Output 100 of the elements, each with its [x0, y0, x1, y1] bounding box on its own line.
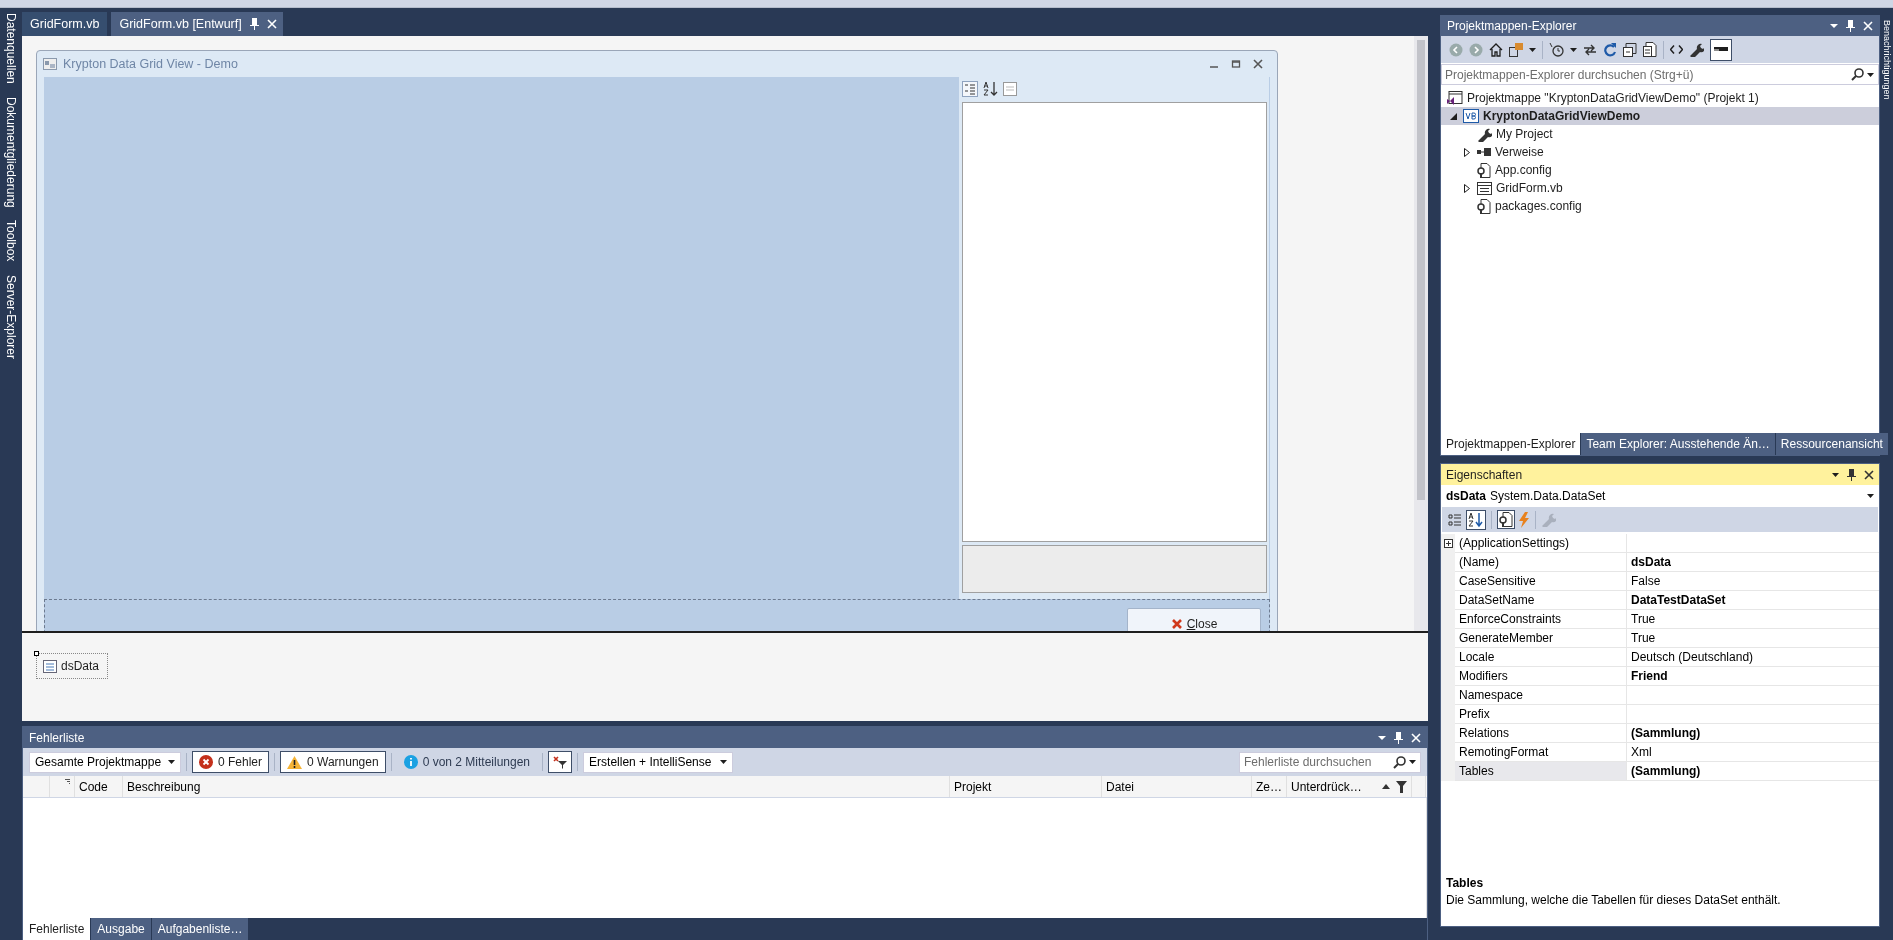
tree-item[interactable]: Verweise [1441, 143, 1879, 161]
property-value[interactable]: (Sammlung) [1627, 724, 1879, 743]
object-name: dsData [1446, 489, 1486, 503]
show-all-files-icon[interactable] [1643, 42, 1657, 57]
object-type: System.Data.DataSet [1490, 489, 1607, 503]
close-button[interactable]: Close [1127, 608, 1261, 631]
property-name[interactable]: Relations [1455, 724, 1627, 743]
filter-button[interactable]: 0 Fehler [192, 751, 270, 773]
property-value[interactable]: Xml [1627, 743, 1879, 762]
wrench-icon [1477, 126, 1492, 142]
categorized-icon[interactable] [1447, 511, 1463, 528]
close-icon[interactable] [1864, 469, 1874, 480]
config-file-icon [1477, 162, 1491, 178]
column-header[interactable]: Code [75, 776, 123, 797]
side-tab[interactable]: Datenquellen [4, 13, 18, 84]
filter-button[interactable]: 0 von 2 Mitteilungen [396, 751, 538, 773]
panel-tab[interactable]: Team Explorer: Ausstehende Än… [1581, 433, 1775, 455]
property-name[interactable]: DataSetName [1455, 591, 1627, 610]
panel-tab[interactable]: Projektmappen-Explorer [1441, 433, 1581, 455]
switch-views-icon[interactable] [1509, 42, 1523, 57]
pin-icon[interactable] [1394, 731, 1403, 744]
document-tab[interactable]: GridForm.vb [22, 12, 108, 36]
property-name[interactable]: Locale [1455, 648, 1627, 667]
column-header[interactable]: Datei [1102, 776, 1252, 797]
property-name[interactable]: Modifiers [1455, 667, 1627, 686]
filter-icon[interactable] [1396, 780, 1407, 793]
tree-item[interactable]: packages.config [1441, 197, 1879, 215]
caret-icon [1832, 472, 1839, 477]
pin-icon[interactable] [1847, 468, 1856, 481]
side-tab[interactable]: Toolbox [4, 220, 18, 262]
side-tab[interactable]: Benachrichtigungen [1881, 20, 1892, 100]
column-header-cell[interactable]: Unterdrück… [1287, 776, 1412, 797]
side-tab[interactable]: Server-Explorer [4, 274, 18, 359]
property-value[interactable]: False [1627, 572, 1879, 591]
sort-az-icon[interactable] [982, 81, 998, 97]
panel-tab[interactable]: Fehlerliste [23, 918, 91, 940]
refresh-icon[interactable] [1603, 42, 1617, 57]
panel-tab[interactable]: Aufgabenliste… [151, 918, 249, 940]
property-name[interactable]: EnforceConstraints [1455, 610, 1627, 629]
collapse-all-icon[interactable] [1623, 42, 1637, 57]
property-name[interactable]: (ApplicationSettings) [1455, 534, 1627, 553]
property-name[interactable]: GenerateMember [1455, 629, 1627, 648]
history-icon[interactable] [1549, 42, 1564, 57]
code-icon[interactable] [1670, 45, 1683, 54]
tree-item[interactable]: App.config [1441, 161, 1879, 179]
tree-item[interactable]: Projektmappe "KryptonDataGridViewDemo" (Projekt 1) [1441, 89, 1879, 107]
property-value[interactable]: (Sammlung) [1627, 762, 1879, 781]
scroll-thumb[interactable] [1417, 40, 1425, 500]
panel-title: Eigenschaften [1446, 467, 1524, 482]
panel-tab[interactable]: Ressourcenansicht [1775, 433, 1888, 455]
info-icon [403, 755, 418, 769]
scope-dropdown[interactable]: Gesamte Projektmappe [29, 751, 181, 773]
property-name[interactable]: (Name) [1455, 553, 1627, 572]
property-value[interactable]: Friend [1627, 667, 1879, 686]
property-value[interactable]: Deutsch (Deutschland) [1627, 648, 1879, 667]
tree-item[interactable]: KryptonDataGridViewDemo [1441, 107, 1879, 125]
property-name[interactable]: CaseSensitive [1455, 572, 1627, 591]
property-name[interactable]: Prefix [1455, 705, 1627, 724]
source-dropdown[interactable]: Erstellen + IntelliSense [583, 751, 734, 773]
column-title: Unterdrück… [1291, 779, 1363, 794]
alphabetical-button[interactable] [1466, 509, 1486, 530]
column-header[interactable]: Projekt [950, 776, 1102, 797]
pin-icon[interactable] [1846, 19, 1855, 32]
description-title: Tables [1446, 876, 1485, 890]
tray-component[interactable]: dsData [36, 653, 109, 679]
property-value[interactable]: True [1627, 629, 1879, 648]
selection-handle[interactable] [34, 651, 39, 656]
scrollbar[interactable] [1414, 36, 1428, 631]
references-icon [1477, 148, 1491, 156]
pin-icon[interactable] [249, 18, 259, 30]
tree-item[interactable]: My Project [1441, 125, 1879, 143]
maximize-icon[interactable] [1231, 59, 1241, 69]
side-tab[interactable]: Dokumentgliederung [4, 96, 18, 208]
property-value[interactable]: True [1627, 610, 1879, 629]
expand-arrow-icon[interactable] [1464, 147, 1470, 157]
filter-button[interactable]: 0 Warnungen [280, 751, 386, 773]
solution-icon [1447, 91, 1463, 105]
caret-icon [168, 760, 175, 764]
home-icon[interactable] [1489, 42, 1503, 57]
tree-item[interactable]: GridForm.vb [1441, 179, 1879, 197]
close-icon[interactable] [1253, 59, 1263, 69]
property-value[interactable]: DataTestDataSet [1627, 591, 1879, 610]
column-header[interactable]: Beschreibung [123, 776, 950, 797]
property-name[interactable]: Namespace [1455, 686, 1627, 705]
expand-icon[interactable] [1443, 539, 1453, 548]
filter-toggle-button[interactable] [548, 751, 573, 773]
panel-tab[interactable]: Ausgabe [91, 918, 151, 940]
property-name[interactable]: Tables [1455, 762, 1627, 781]
document-tab[interactable]: GridForm.vb [Entwurf] [111, 12, 283, 36]
column-header[interactable]: Ze… [1252, 776, 1287, 797]
sync-icon[interactable] [1583, 43, 1597, 56]
form-title: Krypton Data Grid View - Demo [63, 57, 239, 71]
expand-arrow-icon[interactable] [1464, 183, 1470, 193]
preview-toggle-button[interactable] [1710, 38, 1732, 61]
property-value[interactable]: dsData [1627, 553, 1879, 572]
sort-ascending-icon[interactable] [1382, 784, 1390, 789]
object-selector[interactable]: dsData System.Data.DataSet [1441, 485, 1879, 507]
properties-button[interactable] [1497, 510, 1515, 529]
column-options-icon[interactable] [65, 779, 70, 784]
collapse-arrow-icon[interactable] [1449, 112, 1457, 120]
